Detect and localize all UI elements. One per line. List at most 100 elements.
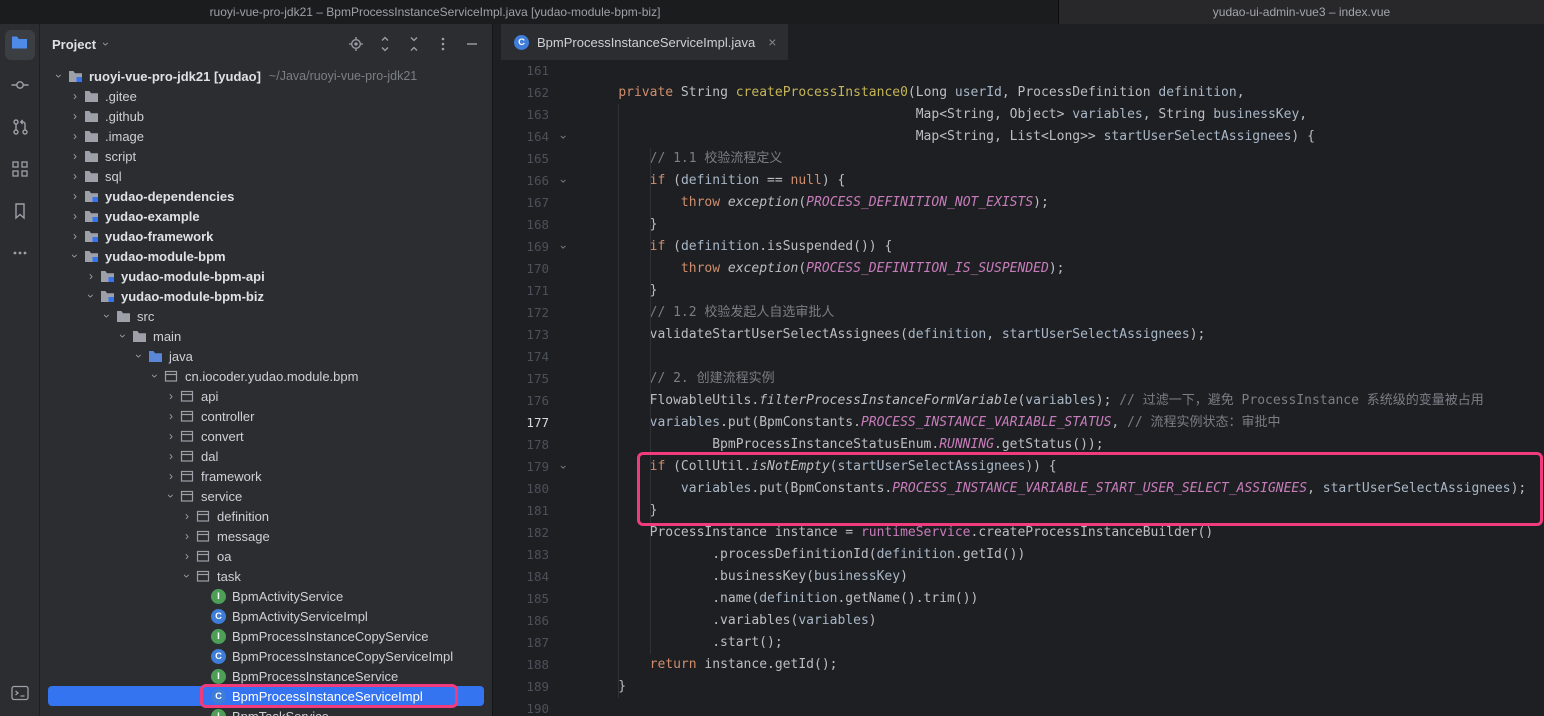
code-line-179[interactable]: 179› if (CollUtil.isNotEmpty(startUserSe… <box>493 456 1544 478</box>
tree-item-controller[interactable]: ›controller <box>40 406 492 426</box>
tree-item-src[interactable]: ›src <box>40 306 492 326</box>
tree-item-bpmactivityservice[interactable]: IBpmActivityService <box>40 586 492 606</box>
code-line-185[interactable]: 185 .name(definition.getName().trim()) <box>493 588 1544 610</box>
line-number[interactable]: 189 <box>493 676 549 698</box>
line-number[interactable]: 173 <box>493 324 549 346</box>
tree-item-bpmtaskservice[interactable]: IBpmTaskService <box>40 706 492 716</box>
project-tool-button[interactable] <box>5 30 35 60</box>
line-number[interactable]: 182 <box>493 522 549 544</box>
chevron-right-icon[interactable]: › <box>164 449 178 463</box>
code-line-180[interactable]: 180 variables.put(BpmConstants.PROCESS_I… <box>493 478 1544 500</box>
code-line-163[interactable]: 163 Map<String, Object> variables, Strin… <box>493 104 1544 126</box>
chevron-down-icon[interactable]: › <box>68 249 82 263</box>
tree-item-yudao-module-bpm-biz[interactable]: ›yudao-module-bpm-biz <box>40 286 492 306</box>
tree-item-script[interactable]: ›script <box>40 146 492 166</box>
code-line-165[interactable]: 165 // 1.1 校验流程定义 <box>493 148 1544 170</box>
line-number[interactable]: 169 <box>493 236 549 258</box>
chevron-right-icon[interactable]: › <box>180 529 194 543</box>
code-line-184[interactable]: 184 .businessKey(businessKey) <box>493 566 1544 588</box>
line-number[interactable]: 172 <box>493 302 549 324</box>
line-number[interactable]: 161 <box>493 60 549 82</box>
fold-chevron-icon[interactable]: › <box>549 456 579 478</box>
tree-item-main[interactable]: ›main <box>40 326 492 346</box>
line-number[interactable]: 177 <box>493 412 549 434</box>
line-number[interactable]: 187 <box>493 632 549 654</box>
tree-item-gitee[interactable]: ›.gitee <box>40 86 492 106</box>
code-line-187[interactable]: 187 .start(); <box>493 632 1544 654</box>
tree-item-github[interactable]: ›.github <box>40 106 492 126</box>
tree-item-sql[interactable]: ›sql <box>40 166 492 186</box>
fold-chevron-icon[interactable]: › <box>549 170 579 192</box>
chevron-down-icon[interactable]: › <box>164 489 178 503</box>
tree-item-java[interactable]: ›java <box>40 346 492 366</box>
line-number[interactable]: 183 <box>493 544 549 566</box>
tree-item-yudao-module-bpm[interactable]: ›yudao-module-bpm <box>40 246 492 266</box>
code-line-171[interactable]: 171 } <box>493 280 1544 302</box>
close-tab-icon[interactable]: × <box>768 34 776 50</box>
chevron-right-icon[interactable]: › <box>68 129 82 143</box>
line-number[interactable]: 174 <box>493 346 549 368</box>
chevron-right-icon[interactable]: › <box>164 409 178 423</box>
code-line-176[interactable]: 176 FlowableUtils.filterProcessInstanceF… <box>493 390 1544 412</box>
code-line-164[interactable]: 164› Map<String, List<Long>> startUserSe… <box>493 126 1544 148</box>
chevron-right-icon[interactable]: › <box>68 189 82 203</box>
code-line-167[interactable]: 167 throw exception(PROCESS_DEFINITION_N… <box>493 192 1544 214</box>
hide-panel-icon[interactable] <box>464 36 480 52</box>
tree-item-definition[interactable]: ›definition <box>40 506 492 526</box>
chevron-right-icon[interactable]: › <box>68 169 82 183</box>
terminal-tool-button[interactable] <box>5 680 35 710</box>
chevron-down-icon[interactable]: › <box>180 569 194 583</box>
line-number[interactable]: 171 <box>493 280 549 302</box>
editor-tab-bpmprocessinstanceserviceimpl-java[interactable]: C BpmProcessInstanceServiceImpl.java × <box>501 24 788 60</box>
chevron-right-icon[interactable]: › <box>84 269 98 283</box>
chevron-down-icon[interactable]: › <box>52 69 66 83</box>
line-number[interactable]: 186 <box>493 610 549 632</box>
line-number[interactable]: 180 <box>493 478 549 500</box>
tree-item-yudao-dependencies[interactable]: ›yudao-dependencies <box>40 186 492 206</box>
tree-item-bpmprocessinstancecopyservice[interactable]: IBpmProcessInstanceCopyService <box>40 626 492 646</box>
tree-item-bpmprocessinstanceserviceimpl[interactable]: CBpmProcessInstanceServiceImpl <box>40 686 492 706</box>
code-line-178[interactable]: 178 BpmProcessInstanceStatusEnum.RUNNING… <box>493 434 1544 456</box>
code-line-162[interactable]: 162 private String createProcessInstance… <box>493 82 1544 104</box>
code-line-174[interactable]: 174 <box>493 346 1544 368</box>
tree-item-ruoyi-vue-pro-jdk21-yudao[interactable]: ›ruoyi-vue-pro-jdk21 [yudao]~/Java/ruoyi… <box>40 66 492 86</box>
chevron-right-icon[interactable]: › <box>68 209 82 223</box>
code-line-166[interactable]: 166› if (definition == null) { <box>493 170 1544 192</box>
fold-chevron-icon[interactable]: › <box>549 236 579 258</box>
chevron-right-icon[interactable]: › <box>68 109 82 123</box>
line-number[interactable]: 184 <box>493 566 549 588</box>
tree-item-dal[interactable]: ›dal <box>40 446 492 466</box>
tree-item-yudao-framework[interactable]: ›yudao-framework <box>40 226 492 246</box>
expand-all-icon[interactable] <box>377 36 393 52</box>
chevron-down-icon[interactable]: › <box>132 349 146 363</box>
chevron-down-icon[interactable]: › <box>148 369 162 383</box>
chevron-down-icon[interactable]: › <box>99 42 113 46</box>
line-number[interactable]: 190 <box>493 698 549 716</box>
line-number[interactable]: 176 <box>493 390 549 412</box>
code-line-175[interactable]: 175 // 2. 创建流程实例 <box>493 368 1544 390</box>
chevron-down-icon[interactable]: › <box>84 289 98 303</box>
line-number[interactable]: 178 <box>493 434 549 456</box>
chevron-right-icon[interactable]: › <box>164 389 178 403</box>
tree-item-yudao-module-bpm-api[interactable]: ›yudao-module-bpm-api <box>40 266 492 286</box>
code-line-170[interactable]: 170 throw exception(PROCESS_DEFINITION_I… <box>493 258 1544 280</box>
code-area[interactable]: 161162 private String createProcessInsta… <box>493 60 1544 716</box>
code-line-190[interactable]: 190 <box>493 698 1544 716</box>
tree-item-framework[interactable]: ›framework <box>40 466 492 486</box>
more-options-icon[interactable] <box>435 36 451 52</box>
structure-tool-button[interactable] <box>5 156 35 186</box>
tree-item-message[interactable]: ›message <box>40 526 492 546</box>
locate-file-icon[interactable] <box>348 36 364 52</box>
fold-chevron-icon[interactable]: › <box>549 126 579 148</box>
tree-item-yudao-example[interactable]: ›yudao-example <box>40 206 492 226</box>
bookmarks-tool-button[interactable] <box>5 198 35 228</box>
chevron-right-icon[interactable]: › <box>180 549 194 563</box>
more-tools-button[interactable] <box>5 240 35 270</box>
code-line-189[interactable]: 189 } <box>493 676 1544 698</box>
line-number[interactable]: 179 <box>493 456 549 478</box>
tree-item-bpmactivityserviceimpl[interactable]: CBpmActivityServiceImpl <box>40 606 492 626</box>
code-line-186[interactable]: 186 .variables(variables) <box>493 610 1544 632</box>
line-number[interactable]: 181 <box>493 500 549 522</box>
chevron-right-icon[interactable]: › <box>68 149 82 163</box>
tree-item-convert[interactable]: ›convert <box>40 426 492 446</box>
